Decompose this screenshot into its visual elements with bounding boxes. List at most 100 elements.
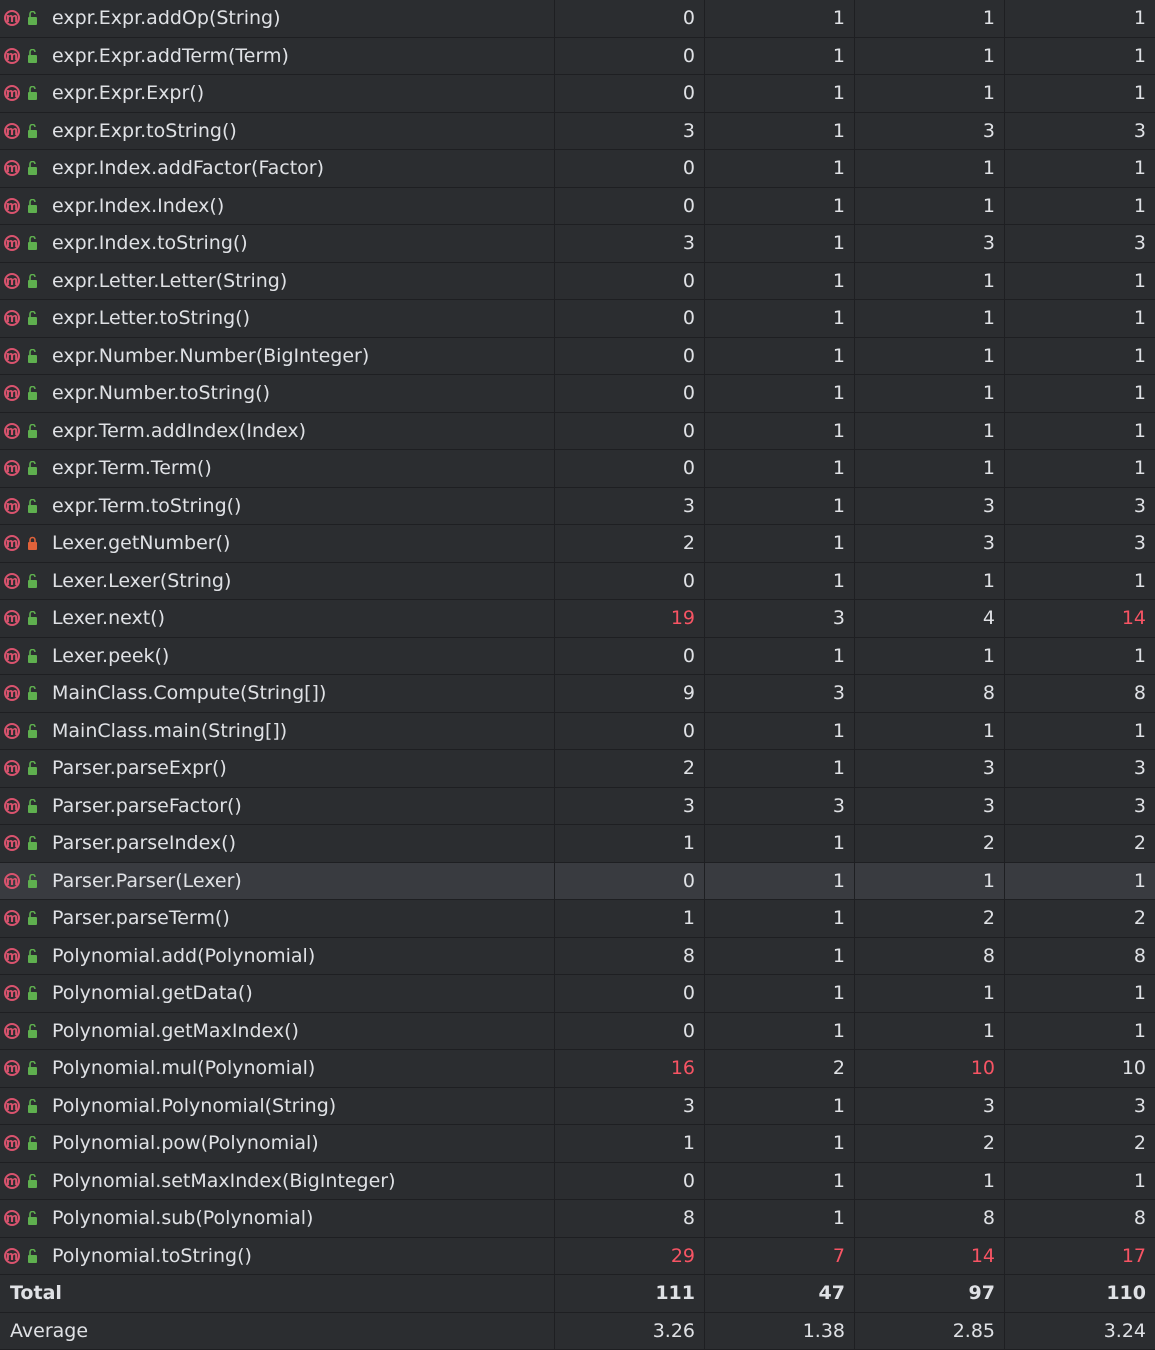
private-lock-icon — [20, 536, 52, 550]
method-name: expr.Term.Term() — [52, 457, 212, 479]
table-row[interactable]: mexpr.Term.toString()3133 — [0, 488, 1155, 526]
public-lock-open-icon — [20, 1099, 52, 1113]
metric-value-cell: 1 — [555, 825, 705, 862]
table-row[interactable]: mexpr.Term.addIndex(Index)0111 — [0, 413, 1155, 451]
table-row[interactable]: mPolynomial.toString()2971417 — [0, 1238, 1155, 1276]
method-name: expr.Letter.toString() — [52, 307, 250, 329]
method-name: Polynomial.getData() — [52, 982, 253, 1004]
method-name-cell: mLexer.getNumber() — [0, 525, 555, 562]
table-row[interactable]: mPolynomial.mul(Polynomial)1621010 — [0, 1050, 1155, 1088]
metric-value-cell: 0 — [555, 1163, 705, 1200]
metric-value-cell: 3 — [855, 1088, 1005, 1125]
table-row[interactable]: mexpr.Letter.toString()0111 — [0, 300, 1155, 338]
method-name: expr.Number.toString() — [52, 382, 270, 404]
table-row[interactable]: mPolynomial.getMaxIndex()0111 — [0, 1013, 1155, 1051]
method-name: expr.Term.addIndex(Index) — [52, 420, 306, 442]
total-row-value: 97 — [855, 1275, 1005, 1312]
table-row[interactable]: mexpr.Expr.addTerm(Term)0111 — [0, 38, 1155, 76]
average-row: Average3.261.382.853.24 — [0, 1313, 1155, 1350]
table-row[interactable]: mLexer.next()193414 — [0, 600, 1155, 638]
table-row[interactable]: mexpr.Expr.Expr()0111 — [0, 75, 1155, 113]
metric-value-cell: 0 — [555, 375, 705, 412]
metric-value-cell: 1 — [705, 1088, 855, 1125]
table-row[interactable]: mPolynomial.sub(Polynomial)8188 — [0, 1200, 1155, 1238]
metric-value-cell: 8 — [1005, 675, 1155, 712]
table-row[interactable]: mexpr.Number.toString()0111 — [0, 375, 1155, 413]
table-row[interactable]: mexpr.Expr.addOp(String)0111 — [0, 0, 1155, 38]
method-icon: m — [4, 985, 20, 1001]
method-icon: m — [4, 160, 20, 176]
method-icon: m — [4, 1098, 20, 1114]
method-name: expr.Index.addFactor(Factor) — [52, 157, 324, 179]
method-name-cell: mMainClass.main(String[]) — [0, 713, 555, 750]
table-row[interactable]: mPolynomial.pow(Polynomial)1122 — [0, 1125, 1155, 1163]
metric-value-cell: 1 — [705, 488, 855, 525]
table-row[interactable]: mMainClass.Compute(String[])9388 — [0, 675, 1155, 713]
table-row[interactable]: mLexer.peek()0111 — [0, 638, 1155, 676]
public-lock-open-icon — [20, 724, 52, 738]
method-name-cell: m expr.Term.Term() — [0, 450, 555, 487]
metric-value-cell: 3 — [855, 225, 1005, 262]
table-row[interactable]: mPolynomial.getData()0111 — [0, 975, 1155, 1013]
table-row[interactable]: mLexer.Lexer(String)0111 — [0, 563, 1155, 601]
metric-value-cell: 1 — [855, 1163, 1005, 1200]
table-row[interactable]: mPolynomial.Polynomial(String)3133 — [0, 1088, 1155, 1126]
metric-value-cell: 3 — [855, 488, 1005, 525]
method-icon: m — [4, 235, 20, 251]
method-name-cell: mexpr.Index.Index() — [0, 188, 555, 225]
table-row[interactable]: mParser.parseExpr()2133 — [0, 750, 1155, 788]
metric-value-cell: 1 — [555, 900, 705, 937]
metric-value-cell: 4 — [855, 600, 1005, 637]
table-row[interactable]: mLexer.getNumber()2133 — [0, 525, 1155, 563]
table-row[interactable]: mParser.parseTerm()1122 — [0, 900, 1155, 938]
method-icon: m — [4, 910, 20, 926]
method-name: Polynomial.add(Polynomial) — [52, 945, 315, 967]
public-lock-open-icon — [20, 986, 52, 1000]
table-row[interactable]: mexpr.Letter.Letter(String)0111 — [0, 263, 1155, 301]
table-row[interactable]: mexpr.Expr.toString()3133 — [0, 113, 1155, 151]
metric-value-cell: 2 — [855, 1125, 1005, 1162]
metric-value-cell: 3 — [1005, 225, 1155, 262]
method-icon: m — [4, 498, 20, 514]
table-row[interactable]: mexpr.Index.Index()0111 — [0, 188, 1155, 226]
metric-value-cell: 1 — [705, 113, 855, 150]
metric-value-cell: 0 — [555, 1013, 705, 1050]
table-row[interactable]: mexpr.Index.toString()3133 — [0, 225, 1155, 263]
metric-value-cell: 1 — [705, 75, 855, 112]
method-name-cell: mPolynomial.add(Polynomial) — [0, 938, 555, 975]
table-row[interactable]: mPolynomial.add(Polynomial)8188 — [0, 938, 1155, 976]
method-icon: m — [4, 123, 20, 139]
table-row[interactable]: mPolynomial.setMaxIndex(BigInteger)0111 — [0, 1163, 1155, 1201]
metric-value-cell: 1 — [705, 1013, 855, 1050]
metric-value-cell: 1 — [855, 638, 1005, 675]
method-name: Polynomial.toString() — [52, 1245, 252, 1267]
metric-value-cell: 3 — [855, 788, 1005, 825]
metric-value-cell: 1 — [705, 1125, 855, 1162]
table-row[interactable]: mexpr.Index.addFactor(Factor)0111 — [0, 150, 1155, 188]
method-name: Polynomial.getMaxIndex() — [52, 1020, 299, 1042]
table-row[interactable]: mParser.Parser(Lexer)0111 — [0, 863, 1155, 901]
method-icon: m — [4, 873, 20, 889]
metric-value-cell: 10 — [1005, 1050, 1155, 1087]
table-row[interactable]: mParser.parseFactor()3333 — [0, 788, 1155, 826]
table-row[interactable]: mexpr.Number.Number(BigInteger)0111 — [0, 338, 1155, 376]
metric-value-cell: 1 — [705, 713, 855, 750]
metric-value-cell: 2 — [705, 1050, 855, 1087]
metric-value-cell: 3 — [1005, 525, 1155, 562]
metric-value-cell: 3 — [855, 525, 1005, 562]
table-row[interactable]: mMainClass.main(String[])0111 — [0, 713, 1155, 751]
method-name: Parser.parseExpr() — [52, 757, 227, 779]
method-name-cell: mexpr.Expr.toString() — [0, 113, 555, 150]
method-icon: m — [4, 460, 20, 476]
method-name: expr.Letter.Letter(String) — [52, 270, 287, 292]
metric-value-cell: 1 — [1005, 0, 1155, 37]
method-icon: m — [4, 1135, 20, 1151]
method-icon: m — [4, 423, 20, 439]
method-name-cell: m expr.Term.addIndex(Index) — [0, 413, 555, 450]
table-row[interactable]: mexpr.Term.Term()0111 — [0, 450, 1155, 488]
public-lock-open-icon — [20, 1174, 52, 1188]
table-row[interactable]: mParser.parseIndex()1122 — [0, 825, 1155, 863]
metric-value-cell: 2 — [555, 525, 705, 562]
method-icon: m — [4, 85, 20, 101]
public-lock-open-icon — [20, 86, 52, 100]
